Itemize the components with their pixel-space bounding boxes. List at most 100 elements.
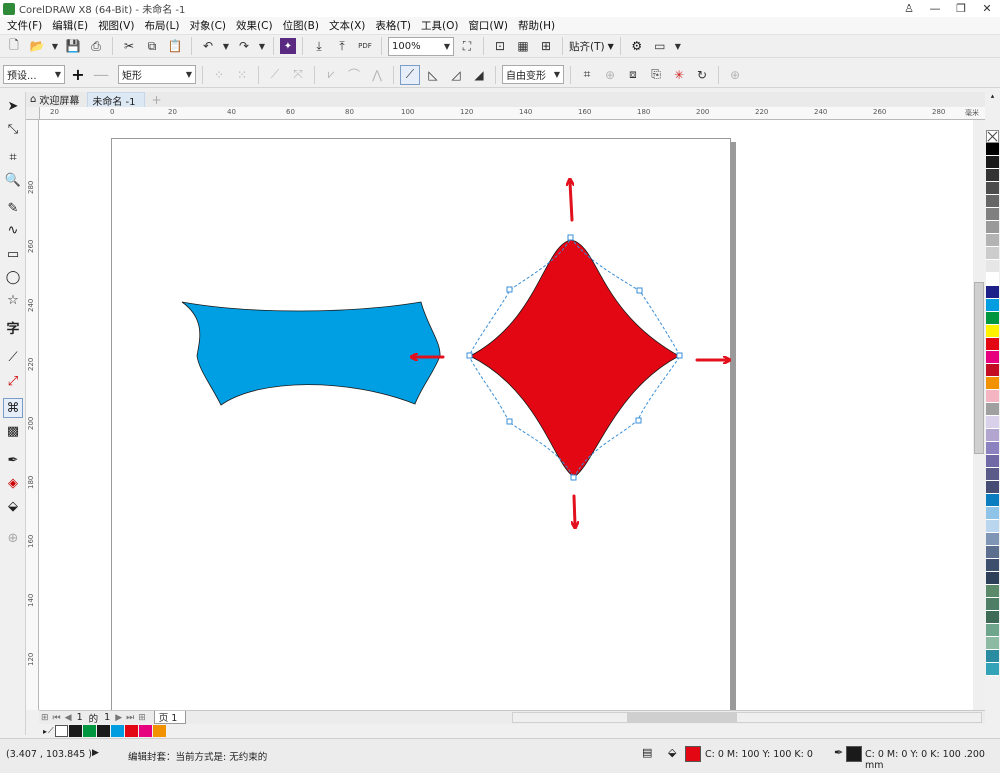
next-page-icon[interactable]: ▶: [113, 713, 124, 723]
document-palette-swatch[interactable]: [138, 725, 152, 737]
redo-icon[interactable]: ↷: [234, 36, 254, 56]
envelope-tool-icon[interactable]: ⌘: [3, 398, 23, 418]
smart-fill-icon[interactable]: ⬙: [3, 496, 23, 516]
palette-swatch[interactable]: [986, 364, 999, 377]
envelope-single-arc-icon[interactable]: ◿: [446, 65, 466, 85]
palette-swatch[interactable]: [986, 312, 999, 325]
add-new-envelope-icon[interactable]: ⊕: [600, 65, 620, 85]
import-icon[interactable]: ⤓: [309, 36, 329, 56]
palette-swatch[interactable]: [986, 520, 999, 533]
envelope-straight-line-icon[interactable]: ◺: [423, 65, 443, 85]
freehand-tool-icon[interactable]: ✎: [3, 198, 23, 218]
menu-text[interactable]: 文本(X): [326, 18, 372, 33]
clear-envelope-icon[interactable]: ✳: [669, 65, 689, 85]
menu-effects[interactable]: 效果(C): [233, 18, 280, 33]
palette-swatch[interactable]: [986, 481, 999, 494]
document-palette-options-icon[interactable]: ▸: [43, 727, 47, 736]
palette-swatch[interactable]: [986, 377, 999, 390]
palette-swatch[interactable]: [986, 494, 999, 507]
play-arrow-icon[interactable]: ▶: [92, 748, 99, 758]
palette-swatch[interactable]: [986, 182, 999, 195]
red-envelope-shape[interactable]: [469, 239, 680, 478]
palette-swatch[interactable]: [986, 455, 999, 468]
menu-file[interactable]: 文件(F): [4, 18, 49, 33]
palette-swatch[interactable]: [986, 208, 999, 221]
rectangle-tool-icon[interactable]: ▭: [3, 244, 23, 264]
blue-envelope-shape[interactable]: [181, 301, 441, 406]
application-launcher-icon[interactable]: ▭: [650, 36, 670, 56]
delete-node-icon[interactable]: ⁙: [232, 65, 252, 85]
envelope-double-arc-icon[interactable]: ◢: [469, 65, 489, 85]
palette-swatch[interactable]: [986, 351, 999, 364]
export-pdf-icon[interactable]: PDF: [355, 36, 375, 56]
snap-to-button[interactable]: 贴齐(T) ▼: [569, 39, 614, 54]
palette-swatch[interactable]: [986, 429, 999, 442]
palette-swatch[interactable]: [986, 338, 999, 351]
selection-mode-select[interactable]: 矩形 ▼: [118, 65, 196, 84]
outline-color-swatch[interactable]: [846, 746, 862, 762]
undo-dropdown-icon[interactable]: ▼: [221, 36, 231, 56]
remove-preset-icon[interactable]: —: [91, 65, 111, 85]
first-page-icon[interactable]: ⏮: [51, 713, 63, 723]
palette-swatch[interactable]: [986, 442, 999, 455]
palette-swatch[interactable]: [986, 468, 999, 481]
print-icon[interactable]: ⎙: [86, 36, 106, 56]
vertical-ruler[interactable]: 280 260 240 220 200 180 160 140 120: [26, 120, 39, 710]
palette-swatch[interactable]: [986, 273, 999, 286]
add-tab-button[interactable]: +: [149, 93, 165, 107]
palette-swatch[interactable]: [986, 260, 999, 273]
palette-swatch[interactable]: [986, 143, 999, 156]
palette-swatch[interactable]: [986, 234, 999, 247]
palette-swatch[interactable]: [986, 559, 999, 572]
undo-icon[interactable]: ↶: [198, 36, 218, 56]
document-palette-swatch[interactable]: [152, 725, 166, 737]
quick-customize-tool-icon[interactable]: ⊕: [3, 528, 23, 548]
artistic-media-icon[interactable]: ∿: [3, 220, 23, 240]
new-document-icon[interactable]: 🗋: [4, 36, 24, 56]
envelope-unconstrained-icon[interactable]: ⟋: [400, 64, 420, 85]
menu-view[interactable]: 视图(V): [95, 18, 141, 33]
cut-icon[interactable]: ✂: [119, 36, 139, 56]
vertical-scroll-thumb[interactable]: [974, 282, 984, 454]
add-node-icon[interactable]: ⁘: [209, 65, 229, 85]
save-icon[interactable]: 💾: [63, 36, 83, 56]
menu-tools[interactable]: 工具(O): [418, 18, 465, 33]
pick-tool-icon[interactable]: ➤: [3, 96, 23, 116]
launcher-dropdown-icon[interactable]: ▼: [673, 36, 683, 56]
mapping-mode-select[interactable]: 自由变形 ▼: [502, 65, 564, 84]
horizontal-ruler[interactable]: 20 0 20 40 60 80 100 120 140 160 180 200…: [40, 107, 988, 120]
to-curve-icon[interactable]: ⌒: [344, 65, 364, 85]
ellipse-tool-icon[interactable]: ◯: [3, 267, 23, 287]
convert-to-curves-icon[interactable]: ↻: [692, 65, 712, 85]
add-page-before-icon[interactable]: ⊞: [39, 713, 51, 723]
document-palette-swatch[interactable]: [68, 725, 82, 737]
options-gear-icon[interactable]: ⚙: [627, 36, 647, 56]
text-tool-icon[interactable]: 字: [3, 317, 23, 337]
palette-swatch[interactable]: [986, 169, 999, 182]
outline-pen-icon[interactable]: ✒: [834, 746, 843, 759]
redo-dropdown-icon[interactable]: ▼: [257, 36, 267, 56]
palette-swatch[interactable]: [986, 247, 999, 260]
menu-help[interactable]: 帮助(H): [515, 18, 562, 33]
zoom-tool-icon[interactable]: 🔍: [3, 170, 23, 190]
menu-edit[interactable]: 编辑(E): [49, 18, 95, 33]
eyedropper-tool-icon[interactable]: ✒: [3, 450, 23, 470]
open-icon[interactable]: 📂: [27, 36, 47, 56]
transparency-tool-icon[interactable]: ▩: [3, 421, 23, 441]
tab-document[interactable]: 未命名 -1: [87, 92, 145, 108]
copy-envelope-icon[interactable]: ⎘: [646, 65, 666, 85]
interactive-fill-icon[interactable]: ◈: [3, 473, 23, 493]
palette-swatch[interactable]: [986, 507, 999, 520]
no-color-swatch[interactable]: [986, 130, 999, 143]
no-color-swatch[interactable]: [54, 725, 68, 737]
palette-swatch[interactable]: [986, 533, 999, 546]
polygon-tool-icon[interactable]: ☆: [3, 290, 23, 310]
document-palette-swatch[interactable]: [110, 725, 124, 737]
fill-color-swatch[interactable]: [685, 746, 701, 762]
palette-swatch[interactable]: [986, 637, 999, 650]
menu-table[interactable]: 表格(T): [372, 18, 418, 33]
palette-swatch[interactable]: [986, 598, 999, 611]
shape-tool-icon[interactable]: ⤡: [3, 119, 23, 139]
export-icon[interactable]: ⤒: [332, 36, 352, 56]
palette-scroll-up-icon[interactable]: ▴: [985, 92, 1000, 100]
